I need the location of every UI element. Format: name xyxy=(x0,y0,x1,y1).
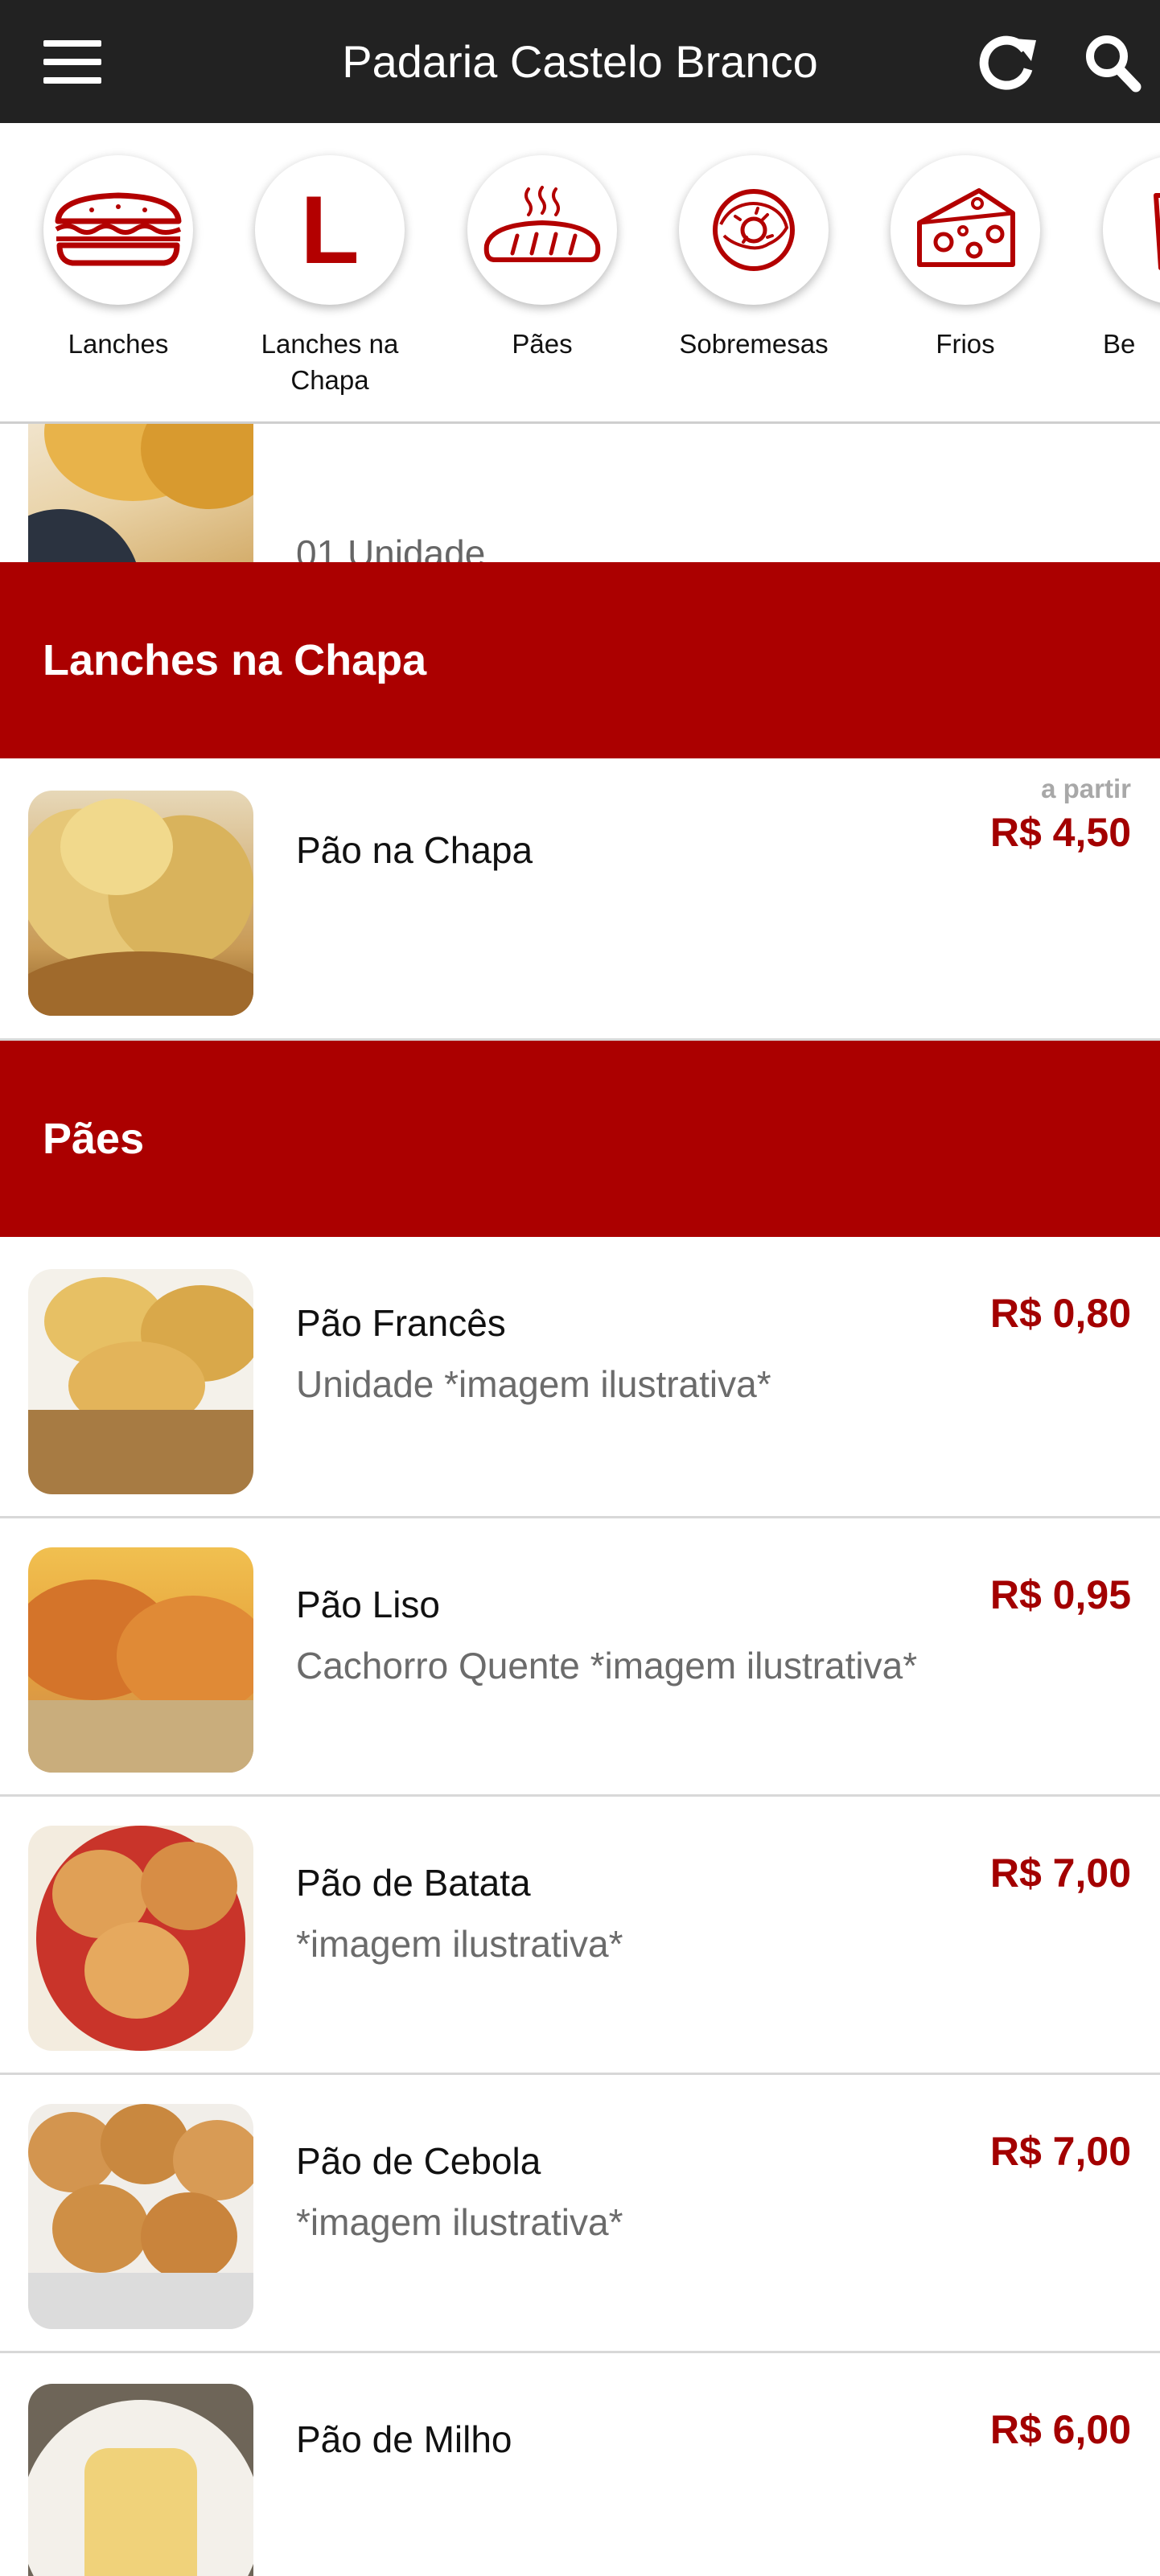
product-name: Pão Francês xyxy=(296,1302,506,1344)
section-title: Pães xyxy=(43,1115,145,1163)
product-price: R$ 7,00 xyxy=(989,1851,1131,1896)
product-desc: *imagem ilustrativa* xyxy=(296,1923,623,1965)
cheese-icon xyxy=(891,155,1040,305)
category-carousel[interactable]: Lanches L Lanches na Chapa Pães Sobremes… xyxy=(0,123,1160,424)
product-desc: Unidade *imagem ilustrativa* xyxy=(296,1363,771,1405)
product-image xyxy=(28,1269,253,1494)
list-item[interactable]: Pão de Batata *imagem ilustrativa* R$ 7,… xyxy=(0,1797,1160,2075)
product-name: Pão na Chapa xyxy=(296,829,533,871)
product-image xyxy=(28,791,253,1016)
product-name: Pão de Batata xyxy=(296,1862,531,1904)
product-name: Pão Liso xyxy=(296,1584,441,1625)
category-label: Lanches xyxy=(68,329,169,359)
category-bebidas[interactable]: Be xyxy=(1072,155,1160,421)
product-name: Pão de Milho xyxy=(296,2418,512,2460)
list-item[interactable]: Pão de Milho R$ 6,00 xyxy=(0,2353,1160,2576)
category-label: Sobremesas xyxy=(679,329,829,359)
product-price: R$ 6,00 xyxy=(989,2407,1131,2452)
letter-l-icon: L xyxy=(255,155,405,305)
section-header-paes: Pães xyxy=(0,1041,1160,1237)
section-header-lanches-na-chapa: Lanches na Chapa xyxy=(0,562,1160,758)
menu-page: 01 Unidade Lanches na Chapa Pão na Chapa… xyxy=(0,0,1160,2576)
price-from-label: a partir xyxy=(1041,774,1131,803)
category-paes[interactable]: Pães xyxy=(437,155,648,421)
product-image xyxy=(28,1826,253,2051)
list-item[interactable]: Pão Francês Unidade *imagem ilustrativa*… xyxy=(0,1237,1160,1518)
bread-icon xyxy=(467,155,617,305)
product-price: R$ 0,95 xyxy=(989,1572,1131,1617)
donut-icon xyxy=(679,155,829,305)
list-item[interactable]: Pão de Cebola *imagem ilustrativa* R$ 7,… xyxy=(0,2075,1160,2353)
refresh-icon xyxy=(979,35,1036,90)
section-title: Lanches na Chapa xyxy=(43,636,427,684)
product-desc: Cachorro Quente *imagem ilustrativa* xyxy=(296,1645,918,1687)
refresh-button[interactable] xyxy=(975,32,1039,93)
product-name: Pão de Cebola xyxy=(296,2140,541,2182)
product-image xyxy=(28,2384,253,2576)
product-price: R$ 0,80 xyxy=(989,1291,1131,1336)
list-item[interactable]: Pão na Chapa a partir R$ 4,50 xyxy=(0,761,1160,1041)
list-item[interactable]: Pão Liso Cachorro Quente *imagem ilustra… xyxy=(0,1518,1160,1797)
product-image xyxy=(28,2104,253,2329)
category-lanches-na-chapa[interactable]: L Lanches na Chapa xyxy=(224,155,435,421)
app-header: Padaria Castelo Branco xyxy=(0,0,1160,123)
category-label: Lanches na Chapa xyxy=(261,329,399,395)
product-price: R$ 7,00 xyxy=(989,2129,1131,2174)
category-sobremesas[interactable]: Sobremesas xyxy=(648,155,859,421)
product-price: R$ 4,50 xyxy=(989,810,1131,855)
product-desc: *imagem ilustrativa* xyxy=(296,2201,623,2243)
search-button[interactable] xyxy=(1083,32,1142,93)
product-image xyxy=(28,1547,253,1773)
sandwich-icon xyxy=(43,155,193,305)
category-lanches[interactable]: Lanches xyxy=(13,155,224,421)
category-label: Frios xyxy=(936,329,995,359)
category-frios[interactable]: Frios xyxy=(860,155,1071,421)
search-icon xyxy=(1086,35,1141,92)
category-label: Be xyxy=(1103,329,1136,359)
category-label: Pães xyxy=(512,329,573,359)
drink-icon xyxy=(1103,155,1160,305)
